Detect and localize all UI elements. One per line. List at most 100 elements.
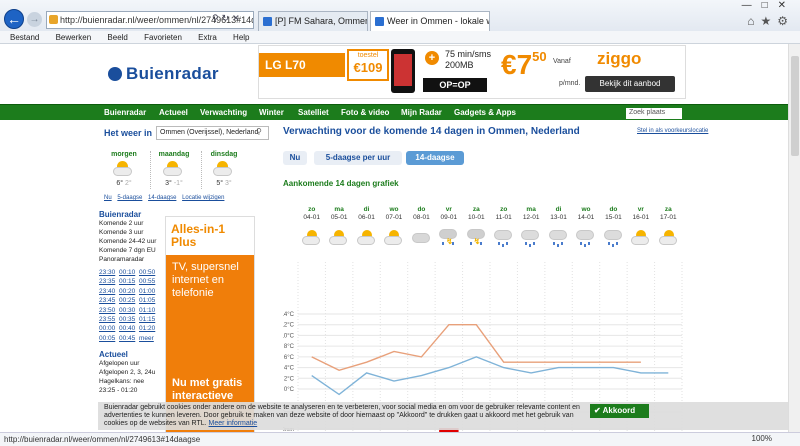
cloud-rain-icon — [572, 226, 599, 252]
radar-time-link[interactable]: 00:45 — [119, 334, 139, 343]
menu-bewerken[interactable]: Bewerken — [56, 33, 92, 42]
scrollbar-thumb[interactable] — [791, 56, 799, 156]
day-name: dinsdag — [210, 151, 238, 158]
more-link[interactable]: meer — [139, 334, 159, 343]
radar-link[interactable]: Komende 2 uur — [99, 220, 143, 227]
radar-time-link[interactable]: 23:40 — [99, 287, 119, 296]
radar-link[interactable]: Panoramaradar — [99, 256, 144, 263]
top-advertisement[interactable]: LG L70 toestel €109 + 75 min/sms 200MB OP=… — [258, 45, 686, 99]
nav-satelliet[interactable]: Satelliet — [298, 105, 329, 120]
sun-cloud-icon — [99, 158, 149, 180]
main-navigation: Buienradar Actueel Verwachting Winter Sa… — [0, 104, 788, 120]
side-ad-title: Alles-in-1 Plus — [166, 217, 254, 255]
address-tools-icon[interactable]: ⚲↻✕ — [212, 13, 243, 24]
toolbar-icons[interactable]: ⌂★⚙ — [747, 14, 794, 28]
forecast-day: ma 12-01 — [517, 206, 544, 252]
site-favicon-icon — [49, 15, 58, 24]
cookie-accept-button[interactable]: ✔ Akkoord — [590, 404, 649, 418]
menu-extra[interactable]: Extra — [198, 33, 217, 42]
sun-cloud-icon — [325, 226, 352, 252]
y-tick-label: 4°C — [284, 366, 295, 372]
nav-winter[interactable]: Winter — [259, 105, 284, 120]
tab-now[interactable]: Nu — [283, 151, 307, 165]
ad-vanaf: Vanaf — [553, 58, 571, 65]
tab-weer-ommen[interactable]: Weer in Ommen - lokale we... — [370, 11, 490, 31]
radar-time-link[interactable]: 23:50 — [99, 306, 119, 315]
ad-cta-button[interactable]: Bekijk dit aanbod — [585, 76, 675, 92]
cloud-rain-icon — [545, 226, 572, 252]
actueel-link[interactable]: Afgelopen uur — [99, 360, 139, 367]
tab-14-daagse-active[interactable]: 14-daagse — [406, 151, 464, 165]
forecast-day-name: di — [555, 206, 562, 213]
radar-time-link[interactable]: 00:50 — [139, 268, 159, 277]
radar-time-link[interactable]: 23:35 — [99, 277, 119, 286]
tab-14-daagse[interactable]: 14-daagse — [148, 195, 176, 201]
forward-button[interactable]: → — [27, 12, 42, 27]
temp-high: 6° — [116, 180, 124, 187]
radar-time-link[interactable]: 01:10 — [139, 306, 159, 315]
actueel-link[interactable]: Afgelopen 2, 3, 24u — [99, 369, 155, 376]
cookie-more-info-link[interactable]: Meer informatie — [209, 420, 258, 427]
radar-time-link[interactable]: 00:20 — [119, 287, 139, 296]
forecast-date: 05-01 — [330, 214, 348, 221]
radar-time-link[interactable]: 23:55 — [99, 315, 119, 324]
menu-help[interactable]: Help — [233, 33, 249, 42]
max-temp-line — [311, 324, 641, 372]
nav-foto-video[interactable]: Foto & video — [341, 105, 389, 120]
radar-link[interactable]: Komende 7 dgn EU — [99, 247, 156, 254]
nav-gadgets-apps[interactable]: Gadgets & Apps — [454, 105, 516, 120]
tab-nu[interactable]: Nu — [104, 195, 112, 201]
radar-time-link[interactable]: 00:25 — [119, 296, 139, 305]
scrollbar[interactable] — [788, 44, 800, 432]
nav-buienradar[interactable]: Buienradar — [104, 105, 146, 120]
y-tick-label: 6°C — [284, 355, 295, 361]
radar-time-link[interactable]: 00:00 — [99, 324, 119, 333]
radar-time-link[interactable]: 00:10 — [119, 268, 139, 277]
cloud-icon — [408, 226, 435, 252]
tab-locatie-wijzigen[interactable]: Locatie wijzigen — [182, 195, 224, 201]
forecast-day: vr 16-01 — [627, 206, 654, 252]
radar-time-link[interactable]: 01:20 — [139, 324, 159, 333]
tab-5-daagse-per-uur[interactable]: 5-daagse per uur — [314, 151, 402, 165]
side-advertisement[interactable]: Alles-in-1 Plus TV, supersnel internet e… — [165, 216, 255, 432]
nav-verwachting[interactable]: Verwachting — [200, 105, 247, 120]
sun-cloud-icon — [149, 158, 199, 180]
nav-mijn-radar[interactable]: Mijn Radar — [401, 105, 442, 120]
radar-time-link[interactable]: 00:55 — [139, 277, 159, 286]
search-icon[interactable]: ⚲ — [256, 127, 262, 136]
set-preferred-location-link[interactable]: Stel in als voorkeurslocatie — [637, 128, 708, 134]
zoom-level[interactable]: 100% — [752, 432, 772, 445]
radar-time-link[interactable]: 00:05 — [99, 334, 119, 343]
radar-time-link[interactable]: 01:00 — [139, 287, 159, 296]
tab-5-daagse[interactable]: 5-daagse — [117, 195, 142, 201]
menu-bestand[interactable]: Bestand — [10, 33, 39, 42]
tab-fm-sahara[interactable]: [P] FM Sahara, Ommen 11 jan... — [258, 11, 368, 31]
radar-link[interactable]: Komende 3 uur — [99, 229, 143, 236]
cookie-message: Buienradar gebruikt cookies onder andere… — [104, 404, 580, 427]
radar-time-link[interactable]: 00:15 — [119, 277, 139, 286]
forecast-day-name: di — [363, 206, 370, 213]
nav-actueel[interactable]: Actueel — [159, 105, 188, 120]
back-button[interactable]: ← — [4, 9, 24, 29]
radar-time-link[interactable]: 23:45 — [99, 296, 119, 305]
radar-time-link[interactable]: 23:30 — [99, 268, 119, 277]
radar-time-link[interactable]: 01:05 — [139, 296, 159, 305]
menu-beeld[interactable]: Beeld — [107, 33, 127, 42]
forecast-date: 10-01 — [467, 214, 485, 221]
forecast-day: wo 07-01 — [380, 206, 407, 252]
window-controls[interactable]: —□✕ — [742, 0, 796, 11]
radar-time-link[interactable]: 00:35 — [119, 315, 139, 324]
location-input[interactable]: Ommen (Overijssel), Nederland — [156, 126, 269, 140]
radar-time-link[interactable]: 01:15 — [139, 315, 159, 324]
buienradar-logo[interactable]: Buienradar — [108, 64, 219, 84]
forecast-day: za 10-01 ↯ — [463, 206, 490, 252]
radar-time-link[interactable]: 00:40 — [119, 324, 139, 333]
menu-favorieten[interactable]: Favorieten — [144, 33, 182, 42]
y-tick-label: 2°C — [284, 376, 295, 382]
sun-cloud-icon — [655, 226, 682, 252]
forecast-day-name: vr — [637, 206, 644, 213]
radar-link[interactable]: Komende 24-42 uur — [99, 238, 156, 245]
radar-time-link[interactable]: 00:30 — [119, 306, 139, 315]
logo-text: Buienradar — [126, 64, 219, 83]
search-place-input[interactable]: Zoek plaats — [626, 108, 682, 119]
